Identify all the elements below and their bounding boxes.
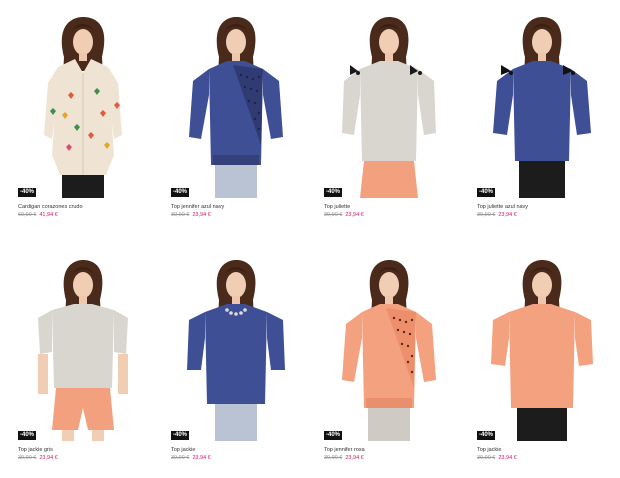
- product-prices: 39,90 €23,94 €: [324, 211, 454, 219]
- old-price: 39,90 €: [477, 455, 496, 461]
- product-prices: 39,90 €23,94 €: [171, 454, 301, 462]
- old-price: 39,90 €: [324, 212, 343, 218]
- discount-badge: -40%: [18, 188, 37, 197]
- sale-price: 23,94 €: [498, 455, 517, 461]
- sale-price: 23,94 €: [192, 212, 211, 218]
- product-card[interactable]: -40% Top jennifer rosa 39,90 €23,94 €: [324, 258, 454, 473]
- discount-badge: -40%: [324, 188, 343, 197]
- product-name[interactable]: Top jennifer azul navy: [171, 204, 301, 211]
- product-card[interactable]: -40% Top jennifer azul navy 39,90 €23,94…: [171, 15, 301, 230]
- product-name[interactable]: Top jackie: [171, 447, 301, 454]
- sale-price: 23,94 €: [498, 212, 517, 218]
- discount-badge: -40%: [324, 431, 343, 440]
- product-prices: 39,90 €23,94 €: [477, 211, 607, 219]
- sale-price: 41,94 €: [39, 212, 58, 218]
- product-prices: 69,90 €41,94 €: [18, 211, 148, 219]
- product-image[interactable]: -40%: [171, 15, 301, 198]
- old-price: 69,90 €: [18, 212, 37, 218]
- product-card[interactable]: -40% Top jackie gris 39,90 €23,94 €: [18, 258, 148, 473]
- old-price: 39,90 €: [171, 455, 190, 461]
- old-price: 39,90 €: [171, 212, 190, 218]
- product-card[interactable]: -40% Top jackie 39,90 €23,94 €: [477, 258, 607, 473]
- product-name[interactable]: Top jackie gris: [18, 447, 148, 454]
- product-name[interactable]: Top juliette: [324, 204, 454, 211]
- sale-price: 23,94 €: [345, 455, 364, 461]
- discount-badge: -40%: [171, 431, 190, 440]
- product-name[interactable]: Top juliette azul navy: [477, 204, 607, 211]
- product-image[interactable]: -40%: [477, 15, 607, 198]
- product-card[interactable]: -40% Cardigan corazones crudo 69,90 €41,…: [18, 15, 148, 230]
- product-prices: 39,90 €23,94 €: [477, 454, 607, 462]
- discount-badge: -40%: [18, 431, 37, 440]
- product-name[interactable]: Cardigan corazones crudo: [18, 204, 148, 211]
- product-card[interactable]: -40% Top juliette azul navy 39,90 €23,94…: [477, 15, 607, 230]
- product-card[interactable]: -40% Top juliette 39,90 €23,94 €: [324, 15, 454, 230]
- product-name[interactable]: Top jennifer rosa: [324, 447, 454, 454]
- product-image[interactable]: -40%: [324, 15, 454, 198]
- sale-price: 23,94 €: [192, 455, 211, 461]
- product-image[interactable]: -40%: [18, 15, 148, 198]
- discount-badge: -40%: [477, 188, 496, 197]
- discount-badge: -40%: [171, 188, 190, 197]
- old-price: 39,90 €: [324, 455, 343, 461]
- product-prices: 39,90 €23,94 €: [324, 454, 454, 462]
- old-price: 39,90 €: [477, 212, 496, 218]
- sale-price: 23,94 €: [345, 212, 364, 218]
- product-image[interactable]: -40%: [324, 258, 454, 441]
- discount-badge: -40%: [477, 431, 496, 440]
- product-image[interactable]: -40%: [477, 258, 607, 441]
- product-prices: 39,90 €23,94 €: [171, 211, 301, 219]
- old-price: 39,90 €: [18, 455, 37, 461]
- product-card[interactable]: -40% Top jackie 39,90 €23,94 €: [171, 258, 301, 473]
- product-grid: -40% Cardigan corazones crudo 69,90 €41,…: [0, 0, 620, 478]
- sale-price: 23,94 €: [39, 455, 58, 461]
- product-prices: 39,90 €23,94 €: [18, 454, 148, 462]
- product-name[interactable]: Top jackie: [477, 447, 607, 454]
- product-image[interactable]: -40%: [18, 258, 148, 441]
- product-image[interactable]: -40%: [171, 258, 301, 441]
